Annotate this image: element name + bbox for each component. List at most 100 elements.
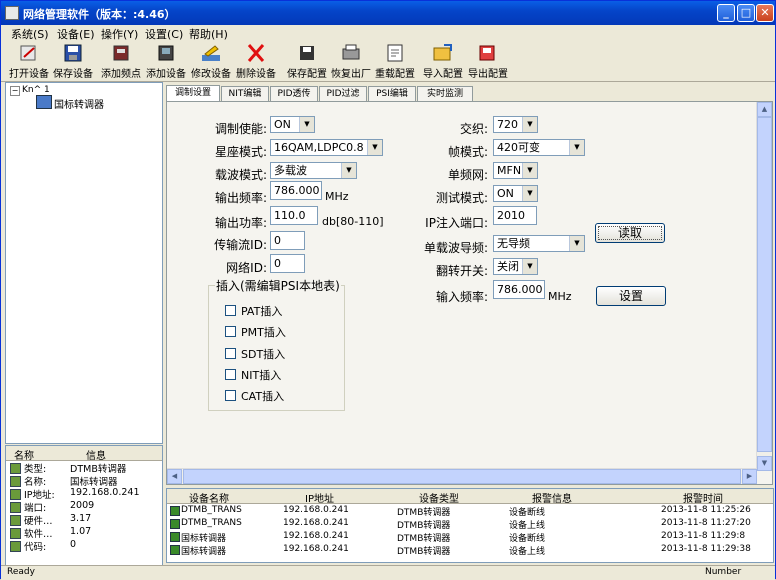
pilot-label: 单载波导频: bbox=[423, 241, 488, 255]
nit-insert-checkbox[interactable]: NIT插入 bbox=[225, 367, 281, 383]
tree-node-device[interactable]: 国标转调器 bbox=[54, 96, 104, 111]
property-row[interactable]: 软件… 1.07 bbox=[6, 526, 162, 540]
panel-horizontal-scrollbar[interactable]: ◀ ▶ bbox=[167, 468, 757, 484]
panel-vertical-scrollbar[interactable]: ▲ ▼ bbox=[756, 102, 772, 471]
scroll-thumb-horizontal[interactable] bbox=[183, 469, 741, 484]
set-button[interactable]: 设置 bbox=[596, 286, 666, 306]
tab-psi-edit[interactable]: PSI编辑 bbox=[368, 86, 416, 101]
constellation-select[interactable]: 16QAM,LDPC0.8 ▼ bbox=[270, 139, 383, 156]
output-power-input[interactable]: 110.0 bbox=[270, 206, 318, 225]
menu-device[interactable]: 设备(E) bbox=[57, 26, 95, 42]
minimize-button[interactable]: _ bbox=[717, 4, 735, 22]
scroll-right-icon[interactable]: ▶ bbox=[742, 469, 757, 484]
export-config-button[interactable]: 导出配置 bbox=[466, 43, 510, 80]
scroll-down-icon[interactable]: ▼ bbox=[757, 456, 772, 471]
close-button[interactable]: ✕ bbox=[756, 4, 774, 22]
pat-insert-checkbox[interactable]: PAT插入 bbox=[225, 303, 282, 319]
property-value: 1.07 bbox=[70, 526, 92, 537]
title-bar[interactable]: 网络管理软件（版本：:4.46） _ □ ✕ bbox=[1, 1, 775, 25]
tree-root[interactable]: Kn^ 1 bbox=[22, 85, 50, 95]
add-device-button[interactable]: 添加设备 bbox=[144, 43, 188, 80]
output-power-unit: db[80-110] bbox=[322, 215, 384, 228]
tab-modulation[interactable]: 调制设置 bbox=[166, 85, 220, 102]
delete-device-button[interactable]: 删除设备 bbox=[234, 43, 278, 80]
reload-config-button[interactable]: 重载配置 bbox=[373, 43, 417, 80]
log-row[interactable]: 国标转调器 192.168.0.241 DTMB转调器 设备断线 2013-11-8 1… bbox=[167, 531, 773, 544]
property-value: 国标转调器 bbox=[70, 477, 118, 488]
property-row[interactable]: 代码: 0 bbox=[6, 539, 162, 553]
scroll-up-icon[interactable]: ▲ bbox=[757, 102, 772, 117]
column-device-type[interactable]: 设备类型 bbox=[419, 490, 459, 505]
column-info[interactable]: 信息 bbox=[86, 447, 106, 462]
sfn-select[interactable]: MFN ▼ bbox=[493, 162, 538, 179]
mod-enable-select[interactable]: ON ▼ bbox=[270, 116, 315, 133]
tree-expand-toggle[interactable]: − bbox=[10, 86, 20, 96]
log-row[interactable]: 国标转调器 192.168.0.241 DTMB转调器 设备上线 2013-11-8 1… bbox=[167, 544, 773, 557]
property-row[interactable]: 名称: 国标转调器 bbox=[6, 474, 162, 488]
property-row[interactable]: 端口: 2009 bbox=[6, 500, 162, 514]
modulation-settings-panel: 调制使能: ON ▼ 星座模式: 16QAM,LDPC0.8 ▼ 载波模式: 多载波… bbox=[166, 101, 773, 485]
column-name[interactable]: 名称 bbox=[14, 447, 34, 462]
status-text: Ready bbox=[7, 567, 35, 577]
column-alarm-time[interactable]: 报警时间 bbox=[683, 490, 723, 505]
menu-help[interactable]: 帮助(H) bbox=[189, 26, 228, 42]
property-row[interactable]: 硬件… 3.17 bbox=[6, 513, 162, 527]
log-cell: 设备断线 bbox=[509, 508, 546, 518]
property-icon bbox=[10, 528, 21, 539]
import-config-button[interactable]: 导入配置 bbox=[421, 43, 465, 80]
column-device-name[interactable]: 设备名称 bbox=[189, 490, 229, 505]
test-mode-select[interactable]: ON ▼ bbox=[493, 185, 538, 202]
interleave-select[interactable]: 720 ▼ bbox=[493, 116, 538, 133]
property-name: 代码: bbox=[24, 542, 47, 553]
tab-pid-pass[interactable]: PID透传 bbox=[270, 86, 318, 101]
tab-realtime-monitor[interactable]: 实时监测 bbox=[417, 86, 473, 101]
carrier-mode-select[interactable]: 多载波 ▼ bbox=[270, 162, 357, 179]
log-cell: 国标转调器 bbox=[181, 547, 227, 557]
property-value: DTMB转调器 bbox=[70, 464, 127, 475]
add-frequency-button[interactable]: 添加频点 bbox=[99, 43, 143, 80]
ts-id-label: 传输流ID: bbox=[214, 238, 267, 252]
property-value: 2009 bbox=[70, 500, 95, 511]
input-freq-input[interactable]: 786.000 bbox=[493, 280, 545, 299]
column-alarm-info[interactable]: 报警信息 bbox=[532, 490, 572, 505]
property-row[interactable]: 类型: DTMB转调器 bbox=[6, 461, 162, 475]
column-ip[interactable]: IP地址 bbox=[305, 490, 334, 505]
property-row[interactable]: IP地址: 192.168.0.241 bbox=[6, 487, 162, 501]
log-cell: 2013-11-8 11:29:38 bbox=[661, 544, 751, 554]
chevron-down-icon: ▼ bbox=[522, 186, 537, 201]
scroll-left-icon[interactable]: ◀ bbox=[167, 469, 182, 484]
output-power-label: 输出功率: bbox=[214, 216, 267, 230]
menu-settings[interactable]: 设置(C) bbox=[145, 26, 183, 42]
pilot-select[interactable]: 无导频 ▼ bbox=[493, 235, 585, 252]
log-row[interactable]: DTMB_TRANS 192.168.0.241 DTMB转调器 设备断线 2013-1… bbox=[167, 505, 773, 518]
output-freq-input[interactable]: 786.000 bbox=[270, 181, 322, 200]
menu-operate[interactable]: 操作(Y) bbox=[101, 26, 138, 42]
log-cell: 192.168.0.241 bbox=[283, 505, 349, 515]
scroll-thumb[interactable] bbox=[757, 117, 772, 452]
pmt-insert-checkbox[interactable]: PMT插入 bbox=[225, 324, 286, 340]
log-cell: DTMB转调器 bbox=[397, 547, 451, 557]
menu-system[interactable]: 系统(S) bbox=[11, 26, 49, 42]
input-freq-unit: MHz bbox=[548, 290, 572, 303]
frame-mode-select[interactable]: 420可变 ▼ bbox=[493, 139, 585, 156]
flip-switch-select[interactable]: 关闭 ▼ bbox=[493, 258, 538, 275]
cat-insert-checkbox[interactable]: CAT插入 bbox=[225, 388, 284, 404]
network-id-input[interactable]: 0 bbox=[270, 254, 305, 273]
output-freq-unit: MHz bbox=[325, 190, 349, 203]
read-button[interactable]: 读取 bbox=[595, 223, 665, 243]
save-device-button[interactable]: 保存设备 bbox=[51, 43, 95, 80]
flip-switch-label: 翻转开关: bbox=[435, 264, 488, 278]
property-name: 名称: bbox=[24, 477, 47, 488]
maximize-button[interactable]: □ bbox=[737, 4, 755, 22]
log-cell: 2013-11-8 11:25:26 bbox=[661, 505, 751, 515]
log-row[interactable]: DTMB_TRANS 192.168.0.241 DTMB转调器 设备上线 2013-1… bbox=[167, 518, 773, 531]
edit-device-button[interactable]: 修改设备 bbox=[189, 43, 233, 80]
sdt-insert-checkbox[interactable]: SDT插入 bbox=[225, 346, 285, 362]
tab-nit-edit[interactable]: NIT编辑 bbox=[221, 86, 269, 101]
property-icon bbox=[10, 515, 21, 526]
property-icon bbox=[10, 476, 21, 487]
ts-id-input[interactable]: 0 bbox=[270, 231, 305, 250]
ip-port-input[interactable]: 2010 bbox=[493, 206, 537, 225]
tab-pid-filter[interactable]: PID过滤 bbox=[319, 86, 367, 101]
property-name: 端口: bbox=[24, 503, 47, 514]
